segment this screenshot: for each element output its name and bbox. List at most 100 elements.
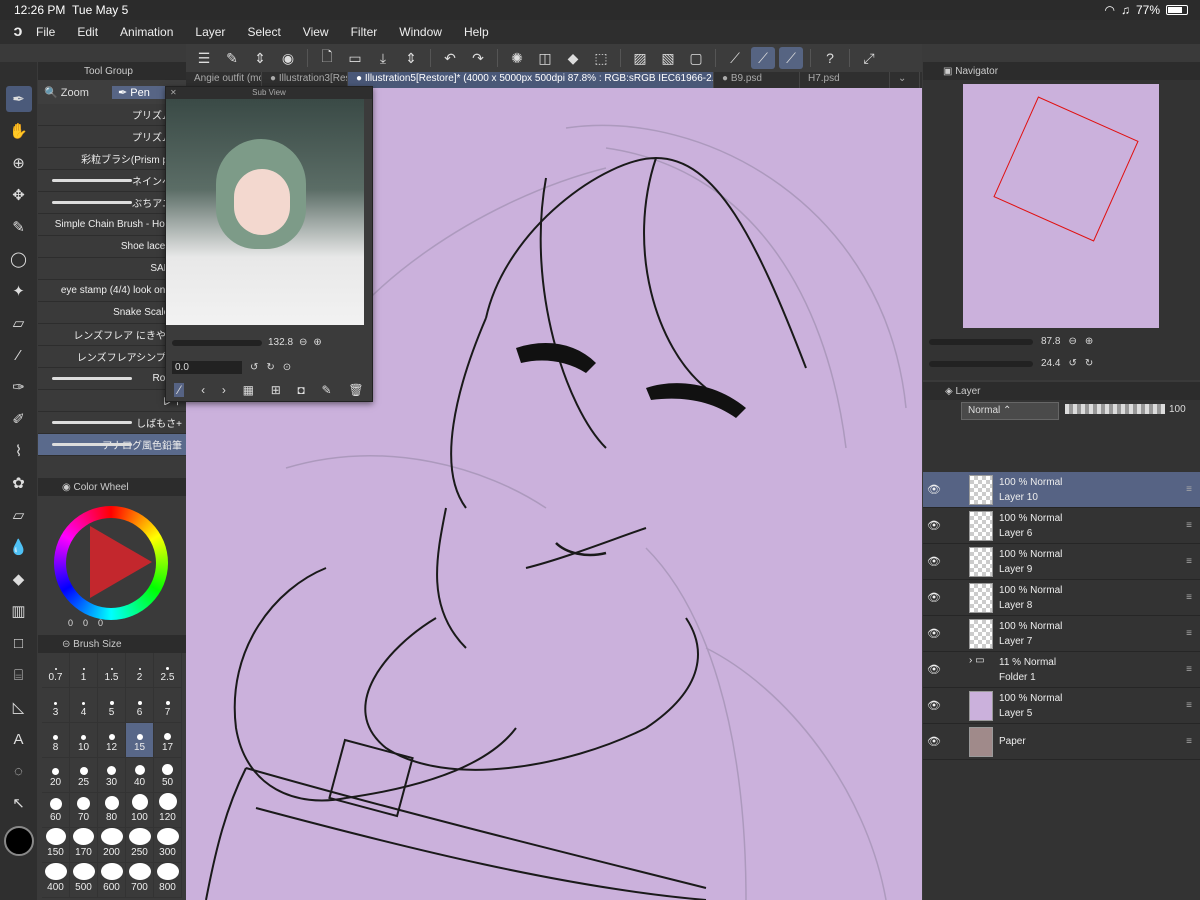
ruler-tool-icon[interactable]: ◺ — [6, 694, 32, 720]
brush-size-cell[interactable]: 5 — [98, 688, 126, 723]
visibility-eye-icon[interactable]: 👁 — [923, 663, 945, 676]
brush-size-cell[interactable]: 2 — [126, 653, 154, 688]
navigator-zoom-slider[interactable] — [929, 338, 1033, 345]
layer-row[interactable]: 👁 100 % Normal Layer 10 ≡ — [923, 472, 1200, 508]
rotate-left-icon[interactable]: ↺ — [1068, 358, 1076, 369]
menu-layer[interactable]: Layer — [195, 25, 225, 39]
brush-size-cell[interactable]: 60 — [42, 793, 70, 828]
brush-size-cell[interactable]: 600 — [98, 863, 126, 898]
magic-wand-icon[interactable]: ✦ — [6, 278, 32, 304]
visibility-eye-icon[interactable]: 👁 — [923, 591, 945, 604]
tab-document[interactable]: ● B9.psd — [714, 72, 800, 88]
layer-menu-icon[interactable]: ≡ — [1186, 664, 1192, 675]
selection-expand-icon[interactable]: ▢ — [684, 47, 708, 69]
brush-size-cell[interactable]: 120 — [154, 793, 182, 828]
brush-size-cell[interactable]: 2.5 — [154, 653, 182, 688]
brush-size-cell[interactable]: 700 — [126, 863, 154, 898]
pencil-tool-icon[interactable]: ✐ — [6, 406, 32, 432]
layer-row[interactable]: 👁 › ▭ 11 % Normal Folder 1 ≡ — [923, 652, 1200, 688]
layer-menu-icon[interactable]: ≡ — [1186, 520, 1192, 531]
brush-size-cell[interactable]: 300 — [154, 828, 182, 863]
visibility-eye-icon[interactable]: 👁 — [923, 627, 945, 640]
brush-size-cell[interactable]: 15 — [126, 723, 154, 758]
brush-item[interactable]: レイ — [38, 390, 186, 412]
layer-row[interactable]: 👁 Paper ≡ — [923, 724, 1200, 760]
menu-edit[interactable]: Edit — [77, 25, 98, 39]
layer-menu-icon[interactable]: ≡ — [1186, 736, 1192, 747]
brush-size-cell[interactable]: 0.7 — [42, 653, 70, 688]
menu-animation[interactable]: Animation — [120, 25, 173, 39]
brush-size-cell[interactable]: 80 — [98, 793, 126, 828]
figure-tool-icon[interactable]: □ — [6, 630, 32, 656]
rotate-left-icon[interactable]: ↺ — [250, 362, 258, 373]
selection-invert-icon[interactable]: ▧ — [656, 47, 680, 69]
brush-size-cell[interactable]: 70 — [70, 793, 98, 828]
eyedropper-tool-icon[interactable]: ⁄ — [6, 342, 32, 368]
layer-row[interactable]: 👁 100 % Normal Layer 6 ≡ — [923, 508, 1200, 544]
visibility-eye-icon[interactable]: 👁 — [923, 483, 945, 496]
close-icon[interactable]: ✕ — [170, 87, 177, 99]
tab-document-active[interactable]: ● Illustration5[Restore]* (4000 x 5000px… — [348, 72, 714, 88]
main-color-swatch[interactable] — [3, 826, 34, 856]
brush-size-cell[interactable]: 6 — [126, 688, 154, 723]
decoration-tool-icon[interactable]: ✿ — [6, 470, 32, 496]
gradient-tool-icon[interactable]: ▥ — [6, 598, 32, 624]
brush-size-cell[interactable]: 12 — [98, 723, 126, 758]
brush-size-cell[interactable]: 10 — [70, 723, 98, 758]
brush-size-cell[interactable]: 3 — [42, 688, 70, 723]
brush-size-cell[interactable]: 250 — [126, 828, 154, 863]
fill-tool-icon[interactable]: ◆ — [6, 566, 32, 592]
brush-size-cell[interactable]: 1 — [70, 653, 98, 688]
brush-item[interactable]: レンズフレア にきやか ( — [38, 324, 186, 346]
hand-tool-icon[interactable]: ✋ — [6, 118, 32, 144]
visibility-eye-icon[interactable]: 👁 — [923, 735, 945, 748]
redo-icon[interactable]: ↷ — [466, 47, 490, 69]
brush-size-cell[interactable]: 150 — [42, 828, 70, 863]
brush-size-cell[interactable]: 50 — [154, 758, 182, 793]
eraser-tool-icon[interactable]: ▱ — [6, 310, 32, 336]
menu-view[interactable]: View — [303, 25, 329, 39]
brush-size-cell[interactable]: 20 — [42, 758, 70, 793]
menu-file[interactable]: File — [36, 25, 55, 39]
menu-help[interactable]: Help — [464, 25, 489, 39]
hamburger-icon[interactable]: ☰ — [192, 47, 216, 69]
brush-size-cell[interactable]: 1.5 — [98, 653, 126, 688]
help-icon[interactable]: ? — [818, 47, 842, 69]
brush-item-selected[interactable]: アナログ風色鉛筆 — [38, 434, 186, 456]
layer-row[interactable]: 👁 100 % Normal Layer 7 ≡ — [923, 616, 1200, 652]
loading-icon[interactable]: ✺ — [505, 47, 529, 69]
pen-pressure-icon[interactable]: ⟋ — [723, 47, 747, 69]
save-icon[interactable]: ⤓ — [371, 47, 395, 69]
brush-item[interactable]: しばもさ+ — [38, 412, 186, 434]
layer-menu-icon[interactable]: ≡ — [1186, 556, 1192, 567]
brush-item[interactable]: Snake Scale Br — [38, 302, 186, 324]
brush-size-cell[interactable]: 100 — [126, 793, 154, 828]
brush-item[interactable]: Simple Chain Brush - Hollow — [38, 214, 186, 236]
zoom-out-icon[interactable]: ⊖ — [1068, 336, 1076, 347]
camera-icon[interactable]: ◘ — [298, 383, 305, 397]
brush-size-cell[interactable]: 4 — [70, 688, 98, 723]
lasso-tool-icon[interactable]: ◯ — [6, 246, 32, 272]
tab-document[interactable]: H7.psd — [800, 72, 890, 88]
brush-size-cell[interactable]: 500 — [70, 863, 98, 898]
next-icon[interactable]: › — [222, 383, 226, 397]
new-file-icon[interactable]: 🗋 — [315, 47, 339, 69]
menu-select[interactable]: Select — [247, 25, 280, 39]
brush-item[interactable]: ネインペン — [38, 170, 186, 192]
zoom-out-icon[interactable]: ⊖ — [299, 337, 307, 348]
eraser2-tool-icon[interactable]: ▱ — [6, 502, 32, 528]
brush-item[interactable]: ぶちアニメ — [38, 192, 186, 214]
brush-size-cell[interactable]: 400 — [42, 863, 70, 898]
brush-item[interactable]: 彩粒ブラシ(Prism parti — [38, 148, 186, 170]
grid-icon[interactable]: ▦ — [243, 383, 254, 397]
brush-size-cell[interactable]: 800 — [154, 863, 182, 898]
text-tool-icon[interactable]: A — [6, 726, 32, 752]
saturation-triangle[interactable] — [90, 526, 152, 598]
vector-icon[interactable]: ⟋ — [779, 47, 803, 69]
opacity-slider[interactable] — [1065, 404, 1165, 414]
layer-row[interactable]: 👁 100 % Normal Layer 5 ≡ — [923, 688, 1200, 724]
brush-size-cell[interactable]: 30 — [98, 758, 126, 793]
transform-icon[interactable]: ⬚ — [589, 47, 613, 69]
brush-size-cell[interactable]: 17 — [154, 723, 182, 758]
operation-tool-icon[interactable]: ✎ — [6, 214, 32, 240]
